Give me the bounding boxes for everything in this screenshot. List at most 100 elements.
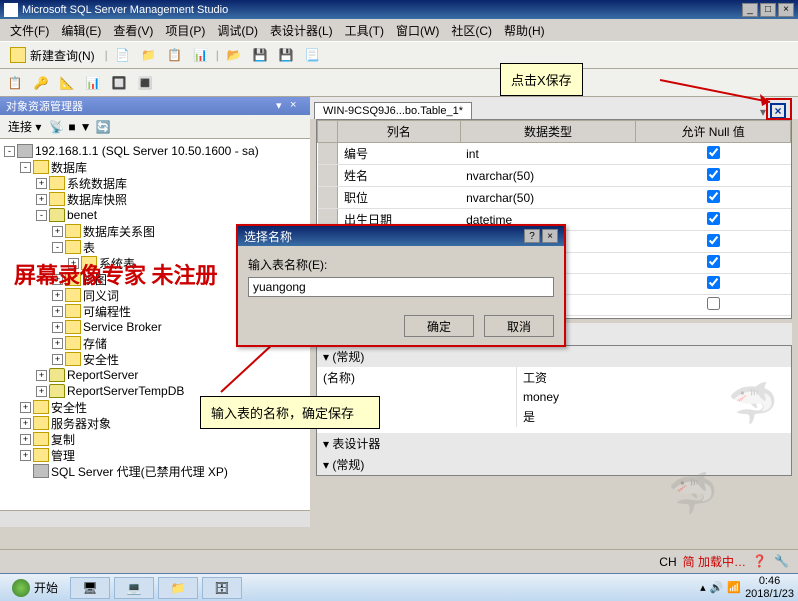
- programmability-node[interactable]: 可编程性: [83, 303, 131, 320]
- server-objects-node[interactable]: 服务器对象: [51, 415, 111, 432]
- allow-null-checkbox[interactable]: [707, 212, 720, 225]
- menu-project[interactable]: 项目(P): [159, 20, 211, 41]
- management-node[interactable]: 管理: [51, 447, 75, 464]
- table-row[interactable]: 职位nvarchar(50): [318, 187, 791, 209]
- menu-window[interactable]: 窗口(W): [390, 20, 445, 41]
- toolbar-print[interactable]: 📃: [301, 44, 323, 66]
- taskbar-item-2[interactable]: 💻: [114, 577, 154, 599]
- close-button[interactable]: ×: [778, 3, 794, 17]
- status-ch[interactable]: CH: [659, 555, 676, 569]
- start-button[interactable]: 开始: [4, 577, 66, 599]
- menu-view[interactable]: 查看(V): [107, 20, 159, 41]
- table-row[interactable]: 编号int: [318, 143, 791, 165]
- expand-icon[interactable]: +: [52, 290, 63, 301]
- expand-icon[interactable]: -: [36, 210, 47, 221]
- ok-button[interactable]: 确定: [404, 315, 474, 337]
- toolbar-save[interactable]: 💾: [249, 44, 271, 66]
- taskbar-item-1[interactable]: 🖥: [70, 577, 110, 599]
- menu-edit[interactable]: 编辑(E): [55, 20, 107, 41]
- allow-null-checkbox[interactable]: [707, 276, 720, 289]
- expand-icon[interactable]: +: [20, 434, 31, 445]
- system-db-node[interactable]: 系统数据库: [67, 175, 127, 192]
- toolbar-btn-3[interactable]: 📋: [164, 44, 186, 66]
- service-broker-node[interactable]: Service Broker: [83, 320, 162, 334]
- allow-null-checkbox[interactable]: [707, 168, 720, 181]
- allow-null-checkbox[interactable]: [707, 255, 720, 268]
- expand-icon[interactable]: +: [52, 322, 63, 333]
- replication-node[interactable]: 复制: [51, 431, 75, 448]
- server-node[interactable]: 192.168.1.1 (SQL Server 10.50.1600 - sa): [35, 144, 259, 158]
- connect-button[interactable]: 连接 ▾: [4, 116, 45, 137]
- oe-tool-1[interactable]: 📡: [49, 120, 64, 134]
- minimize-button[interactable]: _: [742, 3, 758, 17]
- menu-file[interactable]: 文件(F): [4, 20, 55, 41]
- expand-icon[interactable]: -: [4, 146, 15, 157]
- tray-icon-2[interactable]: 📶: [727, 581, 741, 594]
- category-general-2[interactable]: ▾ (常规): [317, 454, 791, 475]
- tab-table1[interactable]: WIN-9CSQ9J6...bo.Table_1*: [314, 102, 472, 119]
- clock[interactable]: 0:46 2018/1/23: [745, 575, 794, 599]
- toolbar-open[interactable]: 📂: [223, 44, 245, 66]
- db-security-node[interactable]: 安全性: [83, 351, 119, 368]
- tray-expand-icon[interactable]: ▴: [700, 581, 706, 594]
- dialog-help-button[interactable]: ?: [524, 229, 540, 243]
- toolbar-saveall[interactable]: 💾: [275, 44, 297, 66]
- expand-icon[interactable]: -: [52, 242, 63, 253]
- allow-null-checkbox[interactable]: [707, 146, 720, 159]
- menu-tools[interactable]: 工具(T): [339, 20, 390, 41]
- system-tray[interactable]: ▴ 🔊 📶 0:46 2018/1/23: [700, 575, 794, 599]
- table-row[interactable]: 姓名nvarchar(50): [318, 165, 791, 187]
- menu-community[interactable]: 社区(C): [445, 20, 498, 41]
- status-icon-1[interactable]: ❓: [752, 554, 768, 570]
- toolbar2-btn-1[interactable]: 📋: [4, 72, 26, 94]
- toolbar2-btn-4[interactable]: 📊: [82, 72, 104, 94]
- diagrams-node[interactable]: 数据库关系图: [83, 223, 155, 240]
- snapshots-node[interactable]: 数据库快照: [67, 191, 127, 208]
- tray-icon-1[interactable]: 🔊: [710, 581, 724, 594]
- category-general[interactable]: ▾ (常规): [317, 346, 791, 367]
- toolbar2-btn-2[interactable]: 🔑: [30, 72, 52, 94]
- expand-icon[interactable]: +: [36, 386, 47, 397]
- agent-node[interactable]: SQL Server 代理(已禁用代理 XP): [51, 463, 228, 480]
- expand-icon[interactable]: +: [20, 402, 31, 413]
- reportserver-node[interactable]: ReportServer: [67, 368, 138, 382]
- expand-icon[interactable]: +: [20, 450, 31, 461]
- expand-icon[interactable]: +: [52, 226, 63, 237]
- toolbar-btn-4[interactable]: 📊: [190, 44, 212, 66]
- expand-icon[interactable]: +: [52, 354, 63, 365]
- expand-icon[interactable]: +: [36, 194, 47, 205]
- expand-icon[interactable]: +: [36, 178, 47, 189]
- benet-node[interactable]: benet: [67, 208, 97, 222]
- menu-designer[interactable]: 表设计器(L): [264, 20, 339, 41]
- cancel-button[interactable]: 取消: [484, 315, 554, 337]
- tables-node[interactable]: 表: [83, 239, 95, 256]
- expand-icon[interactable]: +: [36, 370, 47, 381]
- table-name-input[interactable]: [248, 277, 554, 297]
- oe-pin-icon[interactable]: ▾: [276, 99, 290, 113]
- oe-close-icon[interactable]: ×: [290, 99, 304, 113]
- toolbar2-btn-6[interactable]: 🔳: [134, 72, 156, 94]
- dialog-titlebar[interactable]: 选择名称 ? ×: [238, 226, 564, 246]
- status-icon-2[interactable]: 🔧: [774, 554, 790, 570]
- menu-help[interactable]: 帮助(H): [498, 20, 551, 41]
- dialog-close-button[interactable]: ×: [542, 229, 558, 243]
- oe-tool-2[interactable]: ■: [68, 120, 75, 134]
- security-node[interactable]: 安全性: [51, 399, 87, 416]
- taskbar-item-3[interactable]: 📁: [158, 577, 198, 599]
- menu-debug[interactable]: 调试(D): [211, 20, 264, 41]
- allow-null-checkbox[interactable]: [707, 234, 720, 247]
- storage-node[interactable]: 存储: [83, 335, 107, 352]
- oe-tool-4[interactable]: 🔄: [95, 120, 110, 134]
- toolbar-btn-1[interactable]: 📄: [112, 44, 134, 66]
- databases-node[interactable]: 数据库: [51, 159, 87, 176]
- toolbar2-btn-3[interactable]: 📐: [56, 72, 78, 94]
- expand-icon[interactable]: +: [20, 418, 31, 429]
- toolbar-btn-2[interactable]: 📁: [138, 44, 160, 66]
- toolbar2-btn-5[interactable]: 🔲: [108, 72, 130, 94]
- scrollbar-horizontal[interactable]: [0, 510, 310, 527]
- maximize-button[interactable]: □: [760, 3, 776, 17]
- category-designer[interactable]: ▾ 表设计器: [317, 433, 791, 454]
- new-query-button[interactable]: 新建查询(N): [4, 45, 101, 66]
- expand-icon[interactable]: -: [20, 162, 31, 173]
- oe-tool-3[interactable]: ▼: [80, 120, 92, 134]
